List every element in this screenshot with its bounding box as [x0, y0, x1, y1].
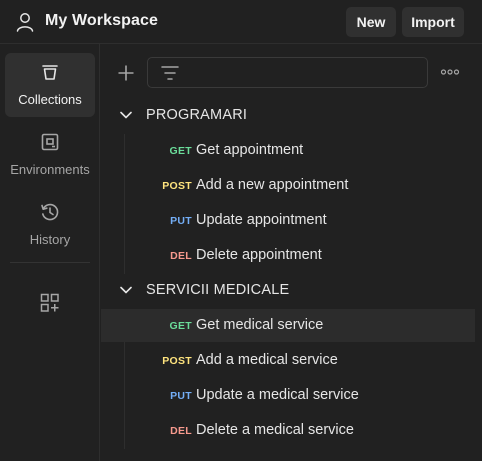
method-badge: POST — [162, 180, 192, 192]
user-icon[interactable] — [14, 11, 36, 33]
request-name: Add a medical service — [196, 352, 338, 368]
request-item[interactable]: POST Add a medical service — [101, 344, 475, 377]
sidebar-item-label: Collections — [18, 92, 82, 107]
request-name: Delete appointment — [196, 247, 322, 263]
request-item[interactable]: PUT Update appointment — [101, 204, 475, 237]
workspace-title[interactable]: My Workspace — [45, 12, 158, 30]
collection-folder[interactable]: SERVICII MEDICALE — [101, 274, 475, 306]
sidebar-item-history[interactable]: History — [5, 193, 95, 257]
request-item[interactable]: DEL Delete a medical service — [101, 414, 475, 447]
method-badge: DEL — [170, 250, 192, 262]
plus-icon[interactable] — [116, 63, 136, 83]
collection-name: SERVICII MEDICALE — [146, 282, 290, 298]
sidebar-item-collections[interactable]: Collections — [5, 53, 95, 117]
add-widgets-icon[interactable] — [39, 292, 61, 314]
request-name: Delete a medical service — [196, 422, 354, 438]
request-name: Get appointment — [196, 142, 304, 158]
request-name: Update a medical service — [196, 387, 359, 403]
request-item[interactable]: DEL Delete appointment — [101, 239, 475, 272]
request-item[interactable]: POST Add a new appointment — [101, 169, 475, 202]
history-clock-icon — [41, 203, 59, 221]
method-badge: PUT — [170, 390, 192, 402]
import-button[interactable]: Import — [402, 7, 464, 37]
method-badge: POST — [162, 355, 192, 367]
environment-icon — [41, 133, 59, 151]
method-badge: DEL — [170, 425, 192, 437]
collection-folder[interactable]: PROGRAMARI — [101, 99, 475, 131]
sidebar-item-environments[interactable]: Environments — [5, 123, 95, 187]
chevron-down-icon[interactable] — [119, 109, 133, 121]
collection-name: PROGRAMARI — [146, 107, 248, 123]
ellipsis-icon[interactable] — [440, 66, 460, 78]
filter-input[interactable] — [147, 57, 428, 88]
sidebar-item-label: Environments — [10, 162, 90, 177]
workspace-header: My Workspace New Import — [0, 0, 482, 44]
request-name: Add a new appointment — [196, 177, 349, 193]
method-badge: GET — [169, 320, 192, 332]
collections-icon — [42, 65, 58, 80]
request-name: Update appointment — [196, 212, 327, 228]
method-badge: PUT — [170, 215, 192, 227]
sidebar-nav: Collections Environments History — [0, 44, 100, 461]
method-badge: GET — [169, 145, 192, 157]
filter-lines-icon — [161, 66, 179, 80]
request-item[interactable]: GET Get appointment — [101, 134, 475, 167]
chevron-down-icon[interactable] — [119, 284, 133, 296]
request-item[interactable]: GET Get medical service — [101, 309, 475, 342]
request-name: Get medical service — [196, 317, 324, 333]
sidebar-item-label: History — [29, 232, 71, 247]
sidebar-divider — [10, 262, 90, 263]
new-button[interactable]: New — [346, 7, 396, 37]
request-item[interactable]: PUT Update a medical service — [101, 379, 475, 412]
